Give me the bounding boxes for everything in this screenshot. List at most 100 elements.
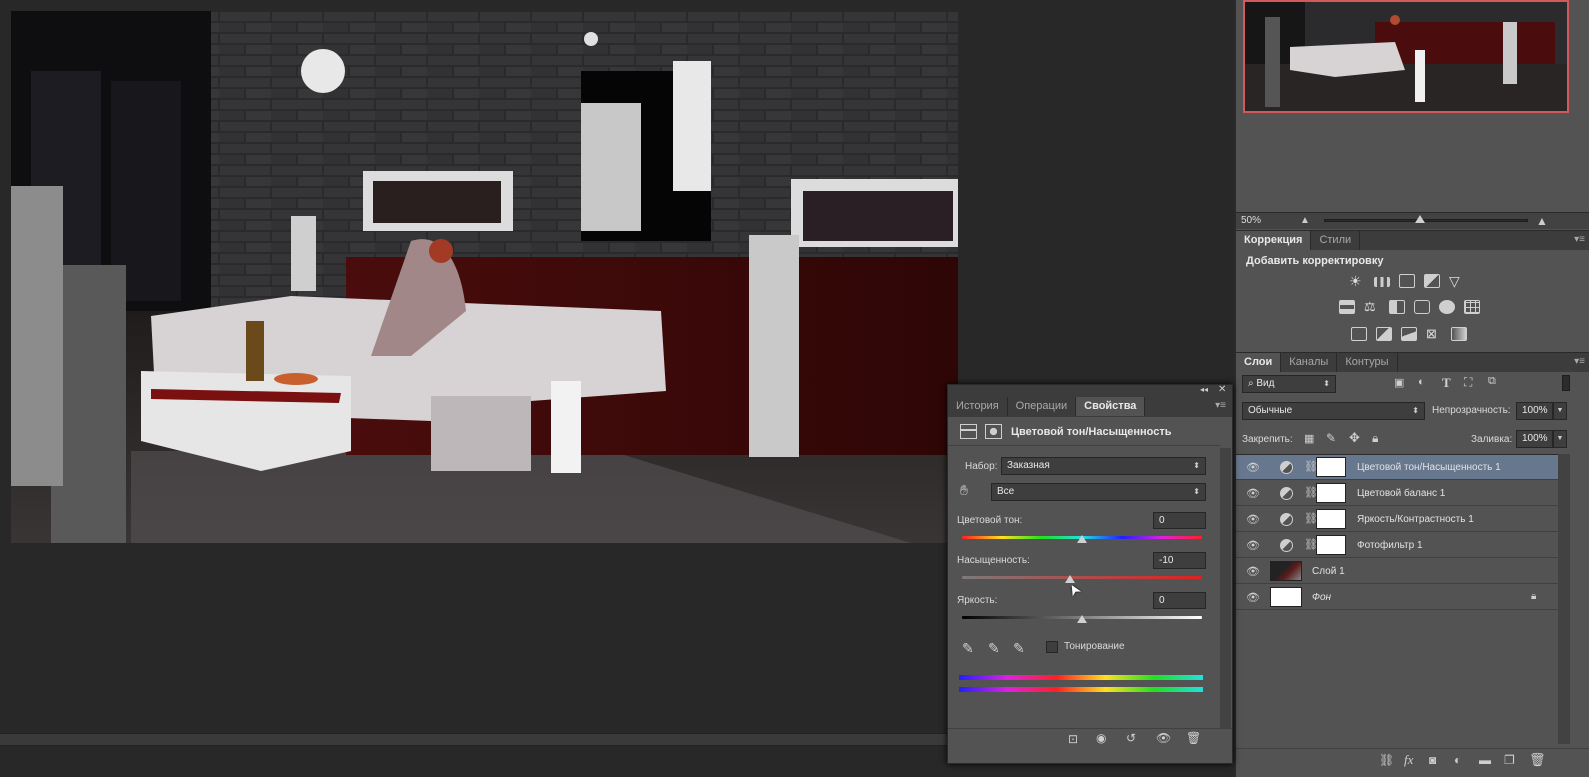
lock-all-icon[interactable]: 🔒︎ (1372, 431, 1378, 446)
selective-color-icon[interactable]: ⊠ (1426, 327, 1442, 341)
hue-slider[interactable] (962, 535, 1202, 543)
color-balance-icon[interactable]: ⚖ (1364, 300, 1380, 314)
layer-row-brightness-contrast[interactable]: 👁︎ ⛓ Яркость/Контрастность 1 (1236, 507, 1558, 532)
vibrance-icon[interactable]: ▽ (1449, 274, 1465, 288)
layer-name[interactable]: Цветовой баланс 1 (1357, 488, 1445, 499)
panel-menu-icon[interactable]: ▾≡ (1574, 356, 1585, 367)
filter-pixel-icon[interactable]: ▣ (1394, 376, 1404, 389)
tab-properties[interactable]: Свойства (1076, 397, 1146, 416)
layers-vertical-scrollbar[interactable] (1558, 454, 1570, 744)
hue-field[interactable]: 0 (1153, 512, 1206, 529)
levels-icon[interactable] (1374, 277, 1390, 287)
layer-name[interactable]: Фон (1312, 592, 1331, 603)
lock-position-icon[interactable]: ✥ (1349, 430, 1360, 446)
tab-history[interactable]: История (948, 397, 1008, 416)
tab-styles[interactable]: Стили (1311, 231, 1361, 250)
zoom-in-icon[interactable]: ▲ (1536, 214, 1548, 228)
layer-row-hue-saturation[interactable]: 👁︎ ⛓ Цветовой тон/Насыщенность 1 (1236, 455, 1558, 480)
zoom-slider-knob[interactable] (1415, 215, 1425, 223)
link-layers-icon[interactable]: ⛓ (1379, 753, 1394, 767)
saturation-field[interactable]: -10 (1153, 552, 1206, 569)
new-layer-icon[interactable]: ❐ (1504, 753, 1515, 767)
eye-icon[interactable]: 👁︎ (1246, 487, 1260, 500)
tab-paths[interactable]: Контуры (1337, 353, 1398, 372)
layer-filter-select[interactable]: ⌕ Вид ⬍ (1242, 375, 1336, 393)
layer-row-photo-filter[interactable]: 👁︎ ⛓ Фотофильтр 1 (1236, 533, 1558, 558)
eyedropper-plus-icon[interactable]: ✎ (988, 640, 1000, 657)
layer-mask-thumbnail[interactable] (1316, 509, 1346, 529)
panel-menu-icon[interactable]: ▾≡ (1215, 400, 1226, 411)
eye-icon[interactable]: 👁︎ (1246, 513, 1260, 526)
posterize-icon[interactable] (1376, 327, 1392, 341)
opacity-field[interactable]: 100% (1516, 402, 1553, 420)
eye-icon[interactable]: 👁︎ (1246, 539, 1260, 552)
layer-mask-thumbnail[interactable] (1316, 535, 1346, 555)
threshold-icon[interactable] (1401, 327, 1417, 341)
curves-icon[interactable] (1399, 274, 1415, 288)
opacity-dropdown-icon[interactable]: ▼ (1553, 402, 1567, 420)
saturation-slider[interactable] (962, 575, 1202, 583)
navigator-thumbnail[interactable] (1243, 0, 1569, 113)
add-mask-icon[interactable]: ◙ (1429, 753, 1436, 767)
preset-select[interactable]: Заказная ⬍ (1001, 457, 1206, 475)
colorize-checkbox[interactable] (1046, 641, 1058, 653)
filter-smart-object-icon[interactable]: ⧉ (1488, 375, 1496, 388)
gradient-map-icon[interactable] (1451, 327, 1467, 341)
reset-icon[interactable]: ↺ (1126, 731, 1136, 745)
layer-mask-thumbnail[interactable] (1316, 483, 1346, 503)
lock-image-icon[interactable]: ✎ (1326, 431, 1336, 445)
color-lookup-icon[interactable] (1464, 300, 1480, 314)
channel-mixer-icon[interactable] (1439, 300, 1455, 314)
mask-toggle-icon[interactable] (985, 424, 1002, 439)
hue-slider-knob[interactable] (1077, 535, 1087, 543)
eyedropper-minus-icon[interactable]: ✎ (1013, 640, 1025, 657)
close-icon[interactable]: ✕ (1218, 384, 1226, 395)
lightness-slider-knob[interactable] (1077, 615, 1087, 623)
lock-transparent-icon[interactable]: ▦ (1304, 432, 1314, 445)
layer-style-icon[interactable]: fx (1404, 752, 1413, 768)
zoom-slider[interactable] (1324, 215, 1528, 223)
lightness-field[interactable]: 0 (1153, 592, 1206, 609)
exposure-icon[interactable] (1424, 274, 1440, 288)
view-previous-state-icon[interactable]: ◉ (1096, 731, 1106, 745)
targeted-adjustment-hand-icon[interactable]: ✋︎ (960, 482, 968, 499)
new-adjustment-icon[interactable]: ◐ (1454, 753, 1461, 767)
clip-to-layer-icon[interactable]: ⊡ (1068, 732, 1078, 746)
eyedropper-icon[interactable]: ✎ (962, 640, 974, 657)
layer-row-background[interactable]: 👁︎ Фон 🔒︎ (1236, 585, 1558, 610)
invert-icon[interactable] (1351, 327, 1367, 341)
properties-vertical-scrollbar[interactable] (1220, 448, 1231, 728)
photo-filter-icon[interactable] (1414, 300, 1430, 314)
delete-layer-icon[interactable]: 🗑︎ (1529, 752, 1546, 768)
eye-icon[interactable]: 👁︎ (1246, 461, 1260, 474)
filter-type-icon[interactable]: T (1442, 375, 1451, 391)
black-white-icon[interactable] (1389, 300, 1405, 314)
filter-adjustment-icon[interactable]: ◐ (1418, 376, 1425, 388)
new-group-icon[interactable]: ▬ (1479, 753, 1491, 767)
fill-dropdown-icon[interactable]: ▼ (1553, 430, 1567, 448)
document-canvas[interactable] (11, 11, 958, 543)
eye-icon[interactable]: 👁︎ (1246, 565, 1260, 578)
layer-thumbnail[interactable] (1270, 587, 1302, 607)
layer-mask-thumbnail[interactable] (1316, 457, 1346, 477)
tab-layers[interactable]: Слои (1236, 353, 1282, 372)
layer-name[interactable]: Цветовой тон/Насыщенность 1 (1357, 462, 1501, 473)
brightness-icon[interactable]: ☀ (1349, 274, 1365, 288)
tab-actions[interactable]: Операции (1008, 397, 1077, 416)
layer-name[interactable]: Яркость/Контрастность 1 (1357, 514, 1474, 525)
layer-name[interactable]: Фотофильтр 1 (1357, 540, 1423, 551)
hue-saturation-icon[interactable] (1339, 300, 1355, 314)
eye-icon[interactable]: 👁︎ (1246, 591, 1260, 604)
filter-shape-icon[interactable]: ⛶ (1464, 375, 1472, 390)
collapse-icon[interactable]: ◂◂ (1200, 385, 1208, 394)
zoom-out-icon[interactable]: ▲ (1300, 215, 1310, 226)
blend-mode-select[interactable]: Обычные ⬍ (1242, 402, 1425, 420)
visibility-eye-icon[interactable]: 👁︎ (1156, 731, 1171, 745)
layer-row-layer1[interactable]: 👁︎ Слой 1 (1236, 559, 1558, 584)
layer-row-color-balance[interactable]: 👁︎ ⛓ Цветовой баланс 1 (1236, 481, 1558, 506)
tab-channels[interactable]: Каналы (1281, 353, 1338, 372)
layer-name[interactable]: Слой 1 (1312, 566, 1345, 577)
delete-adjustment-icon[interactable]: 🗑︎ (1186, 731, 1201, 745)
adjustment-type-icon[interactable] (960, 424, 977, 439)
zoom-level[interactable]: 50% (1241, 215, 1261, 226)
